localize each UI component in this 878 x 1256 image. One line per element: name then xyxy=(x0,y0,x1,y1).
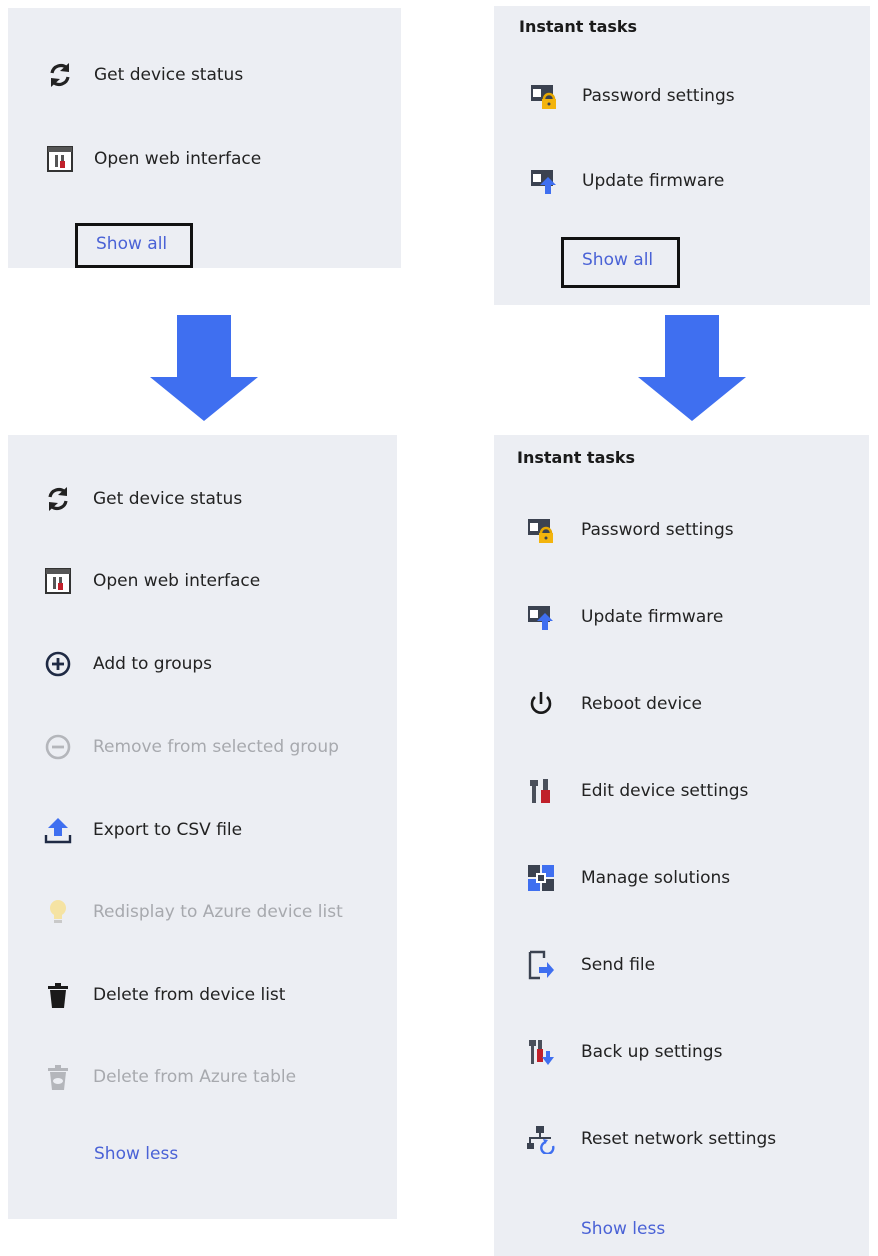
export-to-csv-item[interactable]: Export to CSV file xyxy=(43,815,242,845)
get-device-status-item[interactable]: Get device status xyxy=(43,484,242,514)
collapsed-device-actions-panel: Get device status Open web interface Sho… xyxy=(8,8,401,268)
reboot-device-item[interactable]: Reboot device xyxy=(526,689,702,719)
item-label: Open web interface xyxy=(94,149,262,169)
plus-circle-icon xyxy=(43,649,73,679)
open-web-interface-item[interactable]: Open web interface xyxy=(45,144,261,174)
item-label: Update firmware xyxy=(581,607,724,627)
expanded-device-actions-panel: Get device status Open web interface Add… xyxy=(8,435,397,1219)
update-firmware-item[interactable]: Update firmware xyxy=(526,602,723,632)
item-label: Remove from selected group xyxy=(93,737,339,757)
update-firmware-item[interactable]: Update firmware xyxy=(529,166,724,196)
refresh-icon xyxy=(43,484,73,514)
password-settings-icon xyxy=(529,81,559,111)
manage-solutions-item[interactable]: Manage solutions xyxy=(526,863,730,893)
remove-from-selected-group-item: Remove from selected group xyxy=(43,732,339,762)
reset-network-settings-item[interactable]: Reset network settings xyxy=(526,1124,776,1154)
down-arrow-left xyxy=(150,315,258,425)
item-label: Password settings xyxy=(582,86,735,106)
solutions-icon xyxy=(526,863,556,893)
web-interface-icon xyxy=(43,566,73,596)
item-label: Export to CSV file xyxy=(93,820,243,840)
export-upload-icon xyxy=(43,815,73,845)
send-file-item[interactable]: Send file xyxy=(526,950,655,980)
item-label: Delete from Azure table xyxy=(93,1067,297,1087)
delete-from-device-list-item[interactable]: Delete from device list xyxy=(43,980,285,1010)
item-label: Get device status xyxy=(94,65,244,85)
item-label: Send file xyxy=(581,955,656,975)
show-all-link[interactable]: Show all xyxy=(561,237,680,288)
item-label: Open web interface xyxy=(93,571,261,591)
down-arrow-right xyxy=(638,315,746,425)
send-file-icon xyxy=(526,950,556,980)
back-up-settings-item[interactable]: Back up settings xyxy=(526,1037,722,1067)
cloud-trash-icon xyxy=(43,1062,73,1092)
refresh-icon xyxy=(45,60,75,90)
password-settings-icon xyxy=(526,515,556,545)
item-label: Edit device settings xyxy=(581,781,749,801)
lightbulb-icon xyxy=(43,897,73,927)
item-label: Password settings xyxy=(581,520,734,540)
show-less-link[interactable]: Show less xyxy=(581,1219,665,1239)
instant-tasks-heading: Instant tasks xyxy=(519,17,638,36)
password-settings-item[interactable]: Password settings xyxy=(529,81,735,111)
edit-device-settings-item[interactable]: Edit device settings xyxy=(526,776,748,806)
password-settings-item[interactable]: Password settings xyxy=(526,515,734,545)
update-firmware-icon xyxy=(526,602,556,632)
item-label: Delete from device list xyxy=(93,985,286,1005)
expanded-instant-tasks-panel: Instant tasks Password settings Update f… xyxy=(494,435,869,1256)
tools-icon xyxy=(526,776,556,806)
delete-from-azure-table-item: Delete from Azure table xyxy=(43,1062,296,1092)
item-label: Add to groups xyxy=(93,654,213,674)
item-label: Back up settings xyxy=(581,1042,723,1062)
get-device-status-item[interactable]: Get device status xyxy=(45,60,243,90)
update-firmware-icon xyxy=(529,166,559,196)
redisplay-to-azure-item: Redisplay to Azure device list xyxy=(43,897,343,927)
open-web-interface-item[interactable]: Open web interface xyxy=(43,566,260,596)
item-label: Get device status xyxy=(93,489,243,509)
item-label: Reset network settings xyxy=(581,1129,777,1149)
backup-settings-icon xyxy=(526,1037,556,1067)
item-label: Redisplay to Azure device list xyxy=(93,902,343,922)
item-label: Reboot device xyxy=(581,694,703,714)
item-label: Update firmware xyxy=(582,171,725,191)
minus-circle-icon xyxy=(43,732,73,762)
web-interface-icon xyxy=(45,144,75,174)
add-to-groups-item[interactable]: Add to groups xyxy=(43,649,212,679)
trash-icon xyxy=(43,980,73,1010)
power-icon xyxy=(526,689,556,719)
reset-network-icon xyxy=(526,1124,556,1154)
instant-tasks-heading: Instant tasks xyxy=(517,448,636,467)
show-less-link[interactable]: Show less xyxy=(94,1144,178,1164)
item-label: Manage solutions xyxy=(581,868,731,888)
collapsed-instant-tasks-panel: Instant tasks Password settings Update f… xyxy=(494,6,870,305)
show-all-link[interactable]: Show all xyxy=(75,223,193,268)
